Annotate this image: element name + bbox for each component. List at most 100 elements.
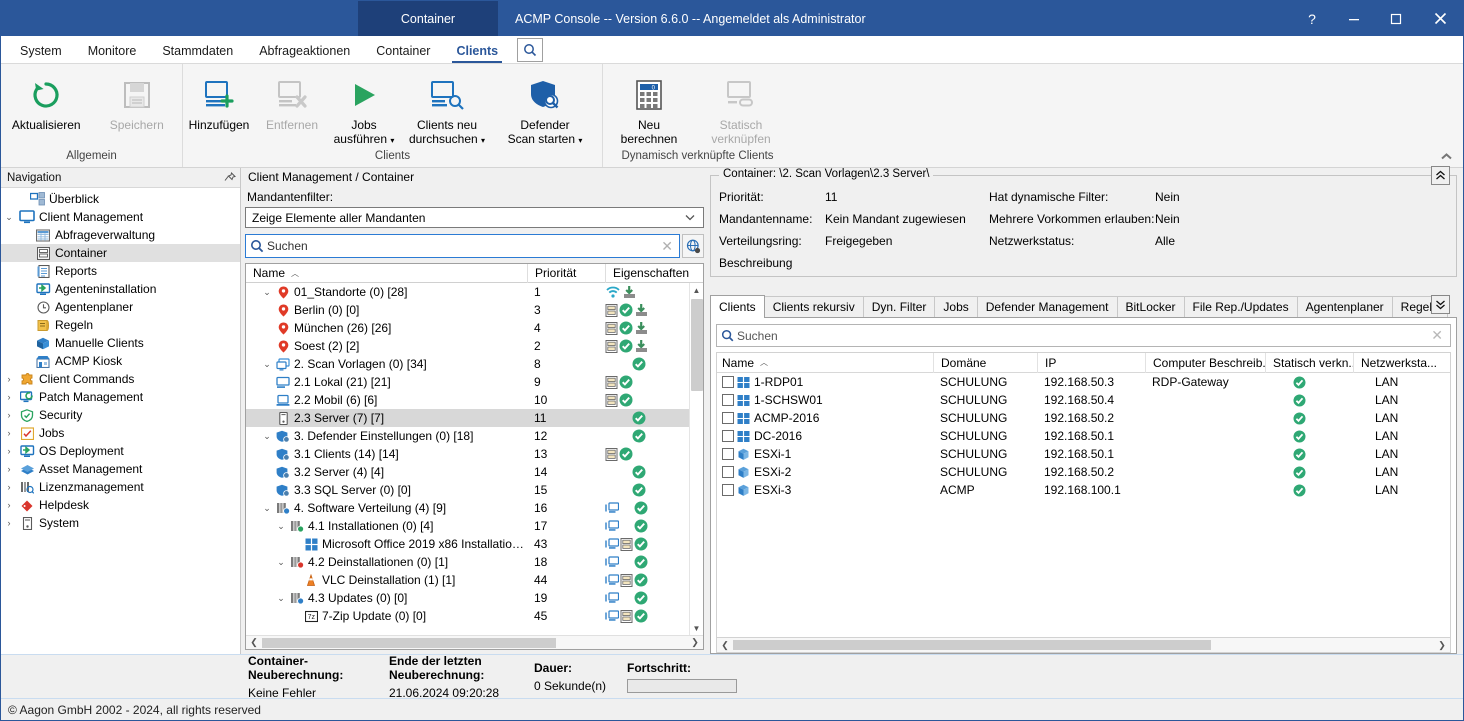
expand-details-button[interactable]	[1431, 295, 1450, 314]
sidebar-item-agentenplaner[interactable]: Agentenplaner	[1, 298, 240, 316]
maximize-button[interactable]	[1375, 1, 1417, 36]
row-checkbox[interactable]	[722, 376, 734, 388]
tree-row[interactable]: 3.3 SQL Server (0) [0] 15	[246, 481, 689, 499]
sidebar-item-manuelle-clients[interactable]: Manuelle Clients	[1, 334, 240, 352]
column-header-beschreibung[interactable]: Computer Beschreib...	[1145, 353, 1265, 373]
tab-jobs[interactable]: Jobs	[934, 296, 977, 317]
tree-row[interactable]: 2.2 Mobil (6) [6] 10	[246, 391, 689, 409]
chevron-down-icon[interactable]: ⌄	[274, 593, 288, 604]
sidebar-item-lizenzmanagement[interactable]: › Lizenzmanagement	[1, 478, 240, 496]
sidebar-item-client-commands[interactable]: › Client Commands	[1, 370, 240, 388]
tree-row[interactable]: ⌄ 3. Defender Einstellungen (0) [18] 12	[246, 427, 689, 445]
sidebar-item-patch-management[interactable]: › Patch Management	[1, 388, 240, 406]
sidebar-item-ueberblick[interactable]: Überblick	[1, 190, 240, 208]
pin-icon[interactable]	[224, 172, 236, 184]
table-row[interactable]: ESXi-1 SCHULUNG 192.168.50.1 LAN	[717, 445, 1450, 463]
tree-row[interactable]: VLC Deinstallation (1) [1] 44	[246, 571, 689, 589]
scroll-down-button[interactable]: ▼	[690, 621, 704, 635]
sidebar-item-acmp-kiosk[interactable]: ACMP Kiosk	[1, 352, 240, 370]
sidebar-item-agenteninstallation[interactable]: Agenteninstallation	[1, 280, 240, 298]
clients-neu-durchsuchen-button[interactable]: Clients neu durchsuchen ▾	[399, 70, 495, 148]
table-row[interactable]: ESXi-3 ACMP 192.168.100.1 LAN	[717, 481, 1450, 499]
minimize-button[interactable]	[1333, 1, 1375, 36]
ribbon-search-button[interactable]	[517, 38, 543, 62]
scroll-track-horizontal[interactable]	[733, 639, 1434, 651]
dropdown-caret-icon[interactable]: ▾	[390, 136, 394, 145]
sidebar-item-container[interactable]: Container	[1, 244, 240, 262]
dropdown-caret-icon[interactable]: ▾	[578, 136, 582, 145]
scroll-right-button[interactable]: ❯	[687, 637, 703, 648]
chevron-down-icon[interactable]: ⌄	[274, 557, 288, 568]
tree-row[interactable]: ⌄ 4.1 Installationen (0) [4] 17	[246, 517, 689, 535]
tab-bitlocker[interactable]: BitLocker	[1117, 296, 1185, 317]
close-button[interactable]	[1417, 1, 1463, 36]
jobs-ausfuehren-button[interactable]: Jobs ausführen ▾	[329, 70, 399, 148]
globe-settings-icon[interactable]	[682, 234, 704, 258]
table-row[interactable]: 1-RDP01 SCHULUNG 192.168.50.3 RDP-Gatewa…	[717, 373, 1450, 391]
clear-icon[interactable]: ✕	[1427, 327, 1447, 344]
chevron-right-icon[interactable]: ›	[1, 464, 17, 474]
help-button[interactable]: ?	[1291, 1, 1333, 36]
tree-horizontal-scrollbar[interactable]: ❮ ❯	[246, 635, 703, 649]
mandantenfilter-select[interactable]: Zeige Elemente aller Mandanten	[245, 207, 704, 228]
tree-row[interactable]: Microsoft Office 2019 x86 Installation..…	[246, 535, 689, 553]
ribbon-collapse-button[interactable]	[1437, 147, 1455, 165]
scroll-thumb-horizontal[interactable]	[262, 638, 556, 648]
column-header-domaene[interactable]: Domäne	[933, 353, 1037, 373]
ribbon-tab-container[interactable]: Container	[363, 40, 443, 63]
row-checkbox[interactable]	[722, 448, 734, 460]
neu-berechnen-button[interactable]: 0 Neu berechnen	[603, 70, 695, 146]
scroll-track[interactable]	[690, 297, 704, 621]
clients-search-box[interactable]: Suchen ✕	[716, 324, 1451, 347]
chevron-down-icon[interactable]: ⌄	[260, 287, 274, 298]
scroll-thumb[interactable]	[691, 299, 703, 391]
chevron-right-icon[interactable]: ›	[1, 500, 17, 510]
sidebar-item-helpdesk[interactable]: › Helpdesk	[1, 496, 240, 514]
ribbon-tab-monitore[interactable]: Monitore	[75, 40, 150, 63]
row-checkbox[interactable]	[722, 484, 734, 496]
chevron-right-icon[interactable]: ›	[1, 410, 17, 420]
statisch-verknuepfen-button[interactable]: Statisch verknüpfen	[695, 70, 787, 146]
sidebar-item-asset-management[interactable]: › Asset Management	[1, 460, 240, 478]
chevron-right-icon[interactable]: ›	[1, 428, 17, 438]
column-header-name[interactable]: Name ︿	[717, 353, 933, 373]
chevron-right-icon[interactable]: ›	[1, 374, 17, 384]
entfernen-button[interactable]: Entfernen	[255, 70, 329, 132]
tree-row[interactable]: ⌄ 4. Software Verteilung (4) [9] 16	[246, 499, 689, 517]
chevron-right-icon[interactable]: ›	[1, 392, 17, 402]
sidebar-item-reports[interactable]: Reports	[1, 262, 240, 280]
tab-agentenplaner[interactable]: Agentenplaner	[1297, 296, 1393, 317]
tree-row[interactable]: ⌄ 4.3 Updates (0) [0] 19	[246, 589, 689, 607]
ribbon-tab-system[interactable]: System	[7, 40, 75, 63]
sidebar-item-regeln[interactable]: Regeln	[1, 316, 240, 334]
clients-grid-horizontal-scrollbar[interactable]: ❮ ❯	[716, 638, 1451, 653]
row-checkbox[interactable]	[722, 412, 734, 424]
chevron-down-icon[interactable]: ⌄	[260, 431, 274, 442]
sidebar-item-jobs[interactable]: › Jobs	[1, 424, 240, 442]
tab-clients[interactable]: Clients	[710, 295, 765, 317]
column-header-name[interactable]: Name ︿	[246, 264, 527, 283]
row-checkbox[interactable]	[722, 430, 734, 442]
chevron-down-icon[interactable]: ⌄	[1, 212, 17, 223]
tree-row[interactable]: Berlin (0) [0] 3	[246, 301, 689, 319]
tab-dyn-filter[interactable]: Dyn. Filter	[863, 296, 936, 317]
scroll-up-button[interactable]: ▲	[690, 283, 704, 297]
scroll-thumb-horizontal[interactable]	[733, 640, 1211, 650]
dropdown-caret-icon[interactable]: ▾	[481, 136, 485, 145]
tree-row[interactable]: 3.1 Clients (14) [14] 13	[246, 445, 689, 463]
tree-row[interactable]: Soest (2) [2] 2	[246, 337, 689, 355]
defender-scan-starten-button[interactable]: Defender Scan starten ▾	[495, 70, 595, 148]
speichern-button[interactable]: Speichern	[92, 70, 183, 132]
container-search-box[interactable]: Suchen ✕	[245, 234, 680, 258]
row-checkbox[interactable]	[722, 394, 734, 406]
tree-row[interactable]: ⌄ 4.2 Deinstallationen (0) [1] 18	[246, 553, 689, 571]
scroll-left-button[interactable]: ❮	[717, 640, 733, 651]
column-header-statisch-verknuepft[interactable]: Statisch verkn...	[1265, 353, 1353, 373]
clients-search-input[interactable]: Suchen	[734, 329, 1427, 343]
aktualisieren-button[interactable]: Aktualisieren	[1, 70, 92, 132]
chevron-right-icon[interactable]: ›	[1, 446, 17, 456]
ribbon-tab-abfrageaktionen[interactable]: Abfrageaktionen	[246, 40, 363, 63]
collapse-details-button[interactable]	[1431, 166, 1450, 185]
column-header-ip[interactable]: IP	[1037, 353, 1145, 373]
tree-row[interactable]: München (26) [26] 4	[246, 319, 689, 337]
